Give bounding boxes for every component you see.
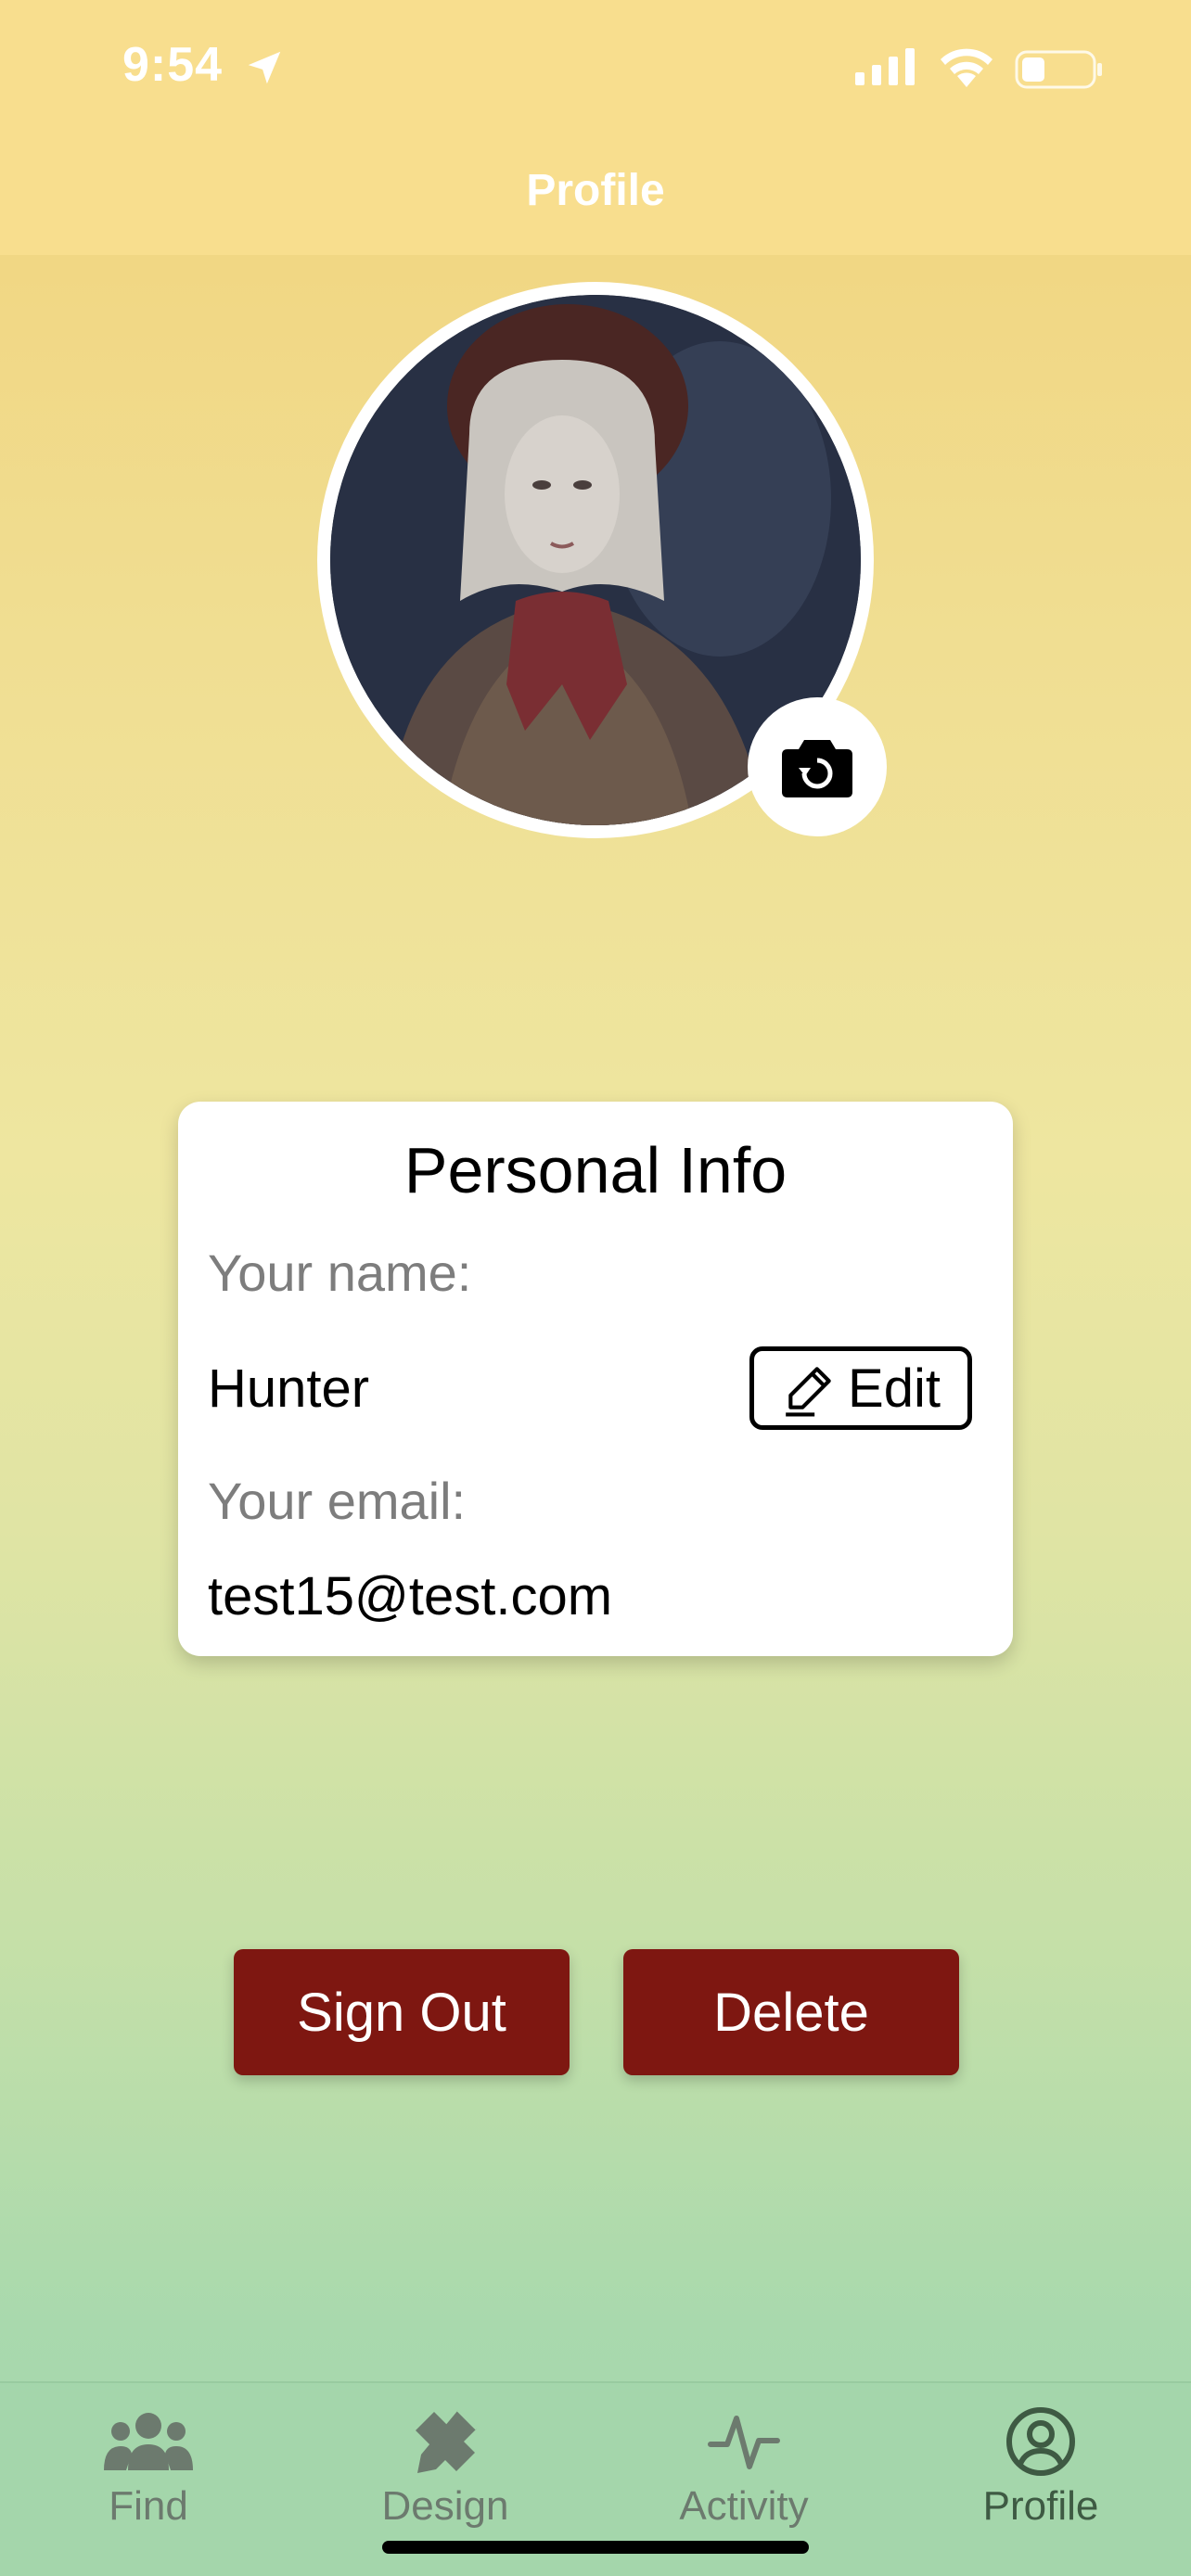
status-time: 9:54: [122, 38, 224, 92]
change-photo-button[interactable]: [748, 697, 887, 836]
home-indicator: [382, 2541, 809, 2554]
tab-label: Profile: [982, 2483, 1099, 2529]
delete-button[interactable]: Delete: [623, 1949, 959, 2075]
tab-find[interactable]: Find: [37, 2400, 260, 2530]
personal-info-card: Personal Info Your name: Hunter Edit You…: [178, 1102, 1013, 1656]
wifi-icon: [941, 48, 992, 87]
card-title: Personal Info: [403, 1134, 788, 1206]
tab-profile[interactable]: Profile: [929, 2400, 1152, 2530]
page-title: Profile: [526, 166, 665, 215]
email-value: test15@test.com: [208, 1566, 613, 1626]
people-icon: [104, 2413, 193, 2470]
email-label: Your email:: [208, 1472, 467, 1530]
tab-label: Find: [109, 2483, 188, 2529]
edit-name-button[interactable]: Edit: [749, 1346, 972, 1430]
cellular-signal-icon: [855, 48, 915, 85]
battery-icon: [1015, 50, 1102, 89]
tab-activity[interactable]: Activity: [633, 2400, 855, 2530]
pencil-icon: [786, 1367, 831, 1417]
tab-label: Activity: [679, 2483, 809, 2529]
edit-label: Edit: [848, 1358, 941, 1419]
location-arrow-icon: [248, 51, 281, 84]
pulse-icon: [708, 2416, 780, 2469]
name-label: Your name:: [208, 1243, 472, 1302]
tab-design[interactable]: Design: [334, 2400, 557, 2530]
tab-label: Design: [381, 2483, 509, 2529]
user-circle-icon: [1006, 2407, 1075, 2476]
sign-out-button[interactable]: Sign Out: [234, 1949, 570, 2075]
pencil-ruler-icon: [416, 2408, 479, 2473]
name-value: Hunter: [208, 1358, 370, 1419]
camera-rotate-icon: [782, 740, 852, 797]
